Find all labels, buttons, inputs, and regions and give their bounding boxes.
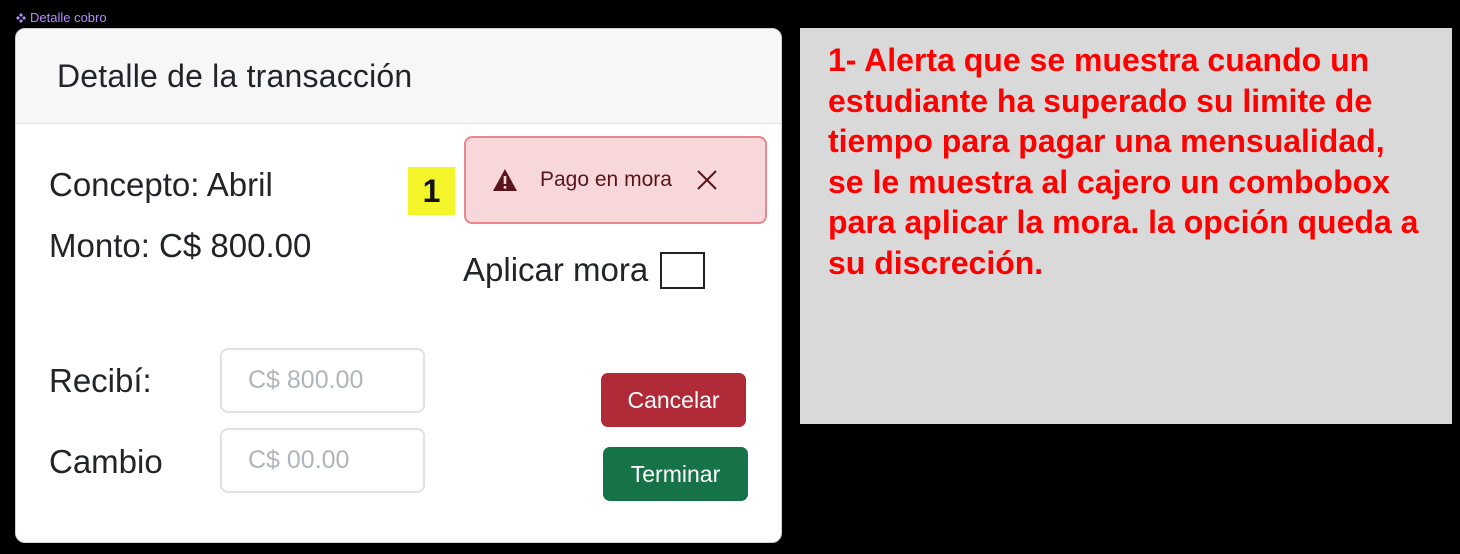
apply-late-fee-checkbox[interactable] [660, 251, 706, 289]
change-label: Cambio [49, 443, 163, 480]
alert-text: Pago en mora [540, 168, 672, 191]
component-icon [16, 12, 26, 23]
frame-label-text: Detalle cobro [30, 10, 107, 25]
late-payment-alert: Pago en mora [464, 136, 767, 224]
modal-header: Detalle de la transacción [16, 29, 781, 124]
apply-late-fee-label: Aplicar mora [463, 251, 649, 288]
received-label: Recibí: [49, 362, 152, 399]
transaction-detail-modal: Detalle de la transacción Concepto: Abri… [15, 28, 782, 543]
annotation-number-badge: 1 [408, 167, 455, 215]
concept-text: Concepto: Abril [49, 166, 273, 203]
cancel-button[interactable]: Cancelar [601, 373, 746, 427]
received-input[interactable] [220, 348, 425, 413]
frame-label: Detalle cobro [16, 10, 107, 25]
apply-late-fee: Aplicar mora [463, 251, 706, 289]
close-icon[interactable] [696, 169, 718, 191]
modal-title: Detalle de la transacción [57, 57, 413, 94]
amount-text: Monto: C$ 800.00 [49, 227, 312, 264]
annotation-text: 1- Alerta que se muestra cuando un estud… [828, 42, 1419, 281]
change-input[interactable] [220, 428, 425, 493]
finish-button[interactable]: Terminar [603, 447, 748, 501]
warning-icon [493, 169, 517, 191]
annotation-panel: 1- Alerta que se muestra cuando un estud… [800, 28, 1452, 424]
